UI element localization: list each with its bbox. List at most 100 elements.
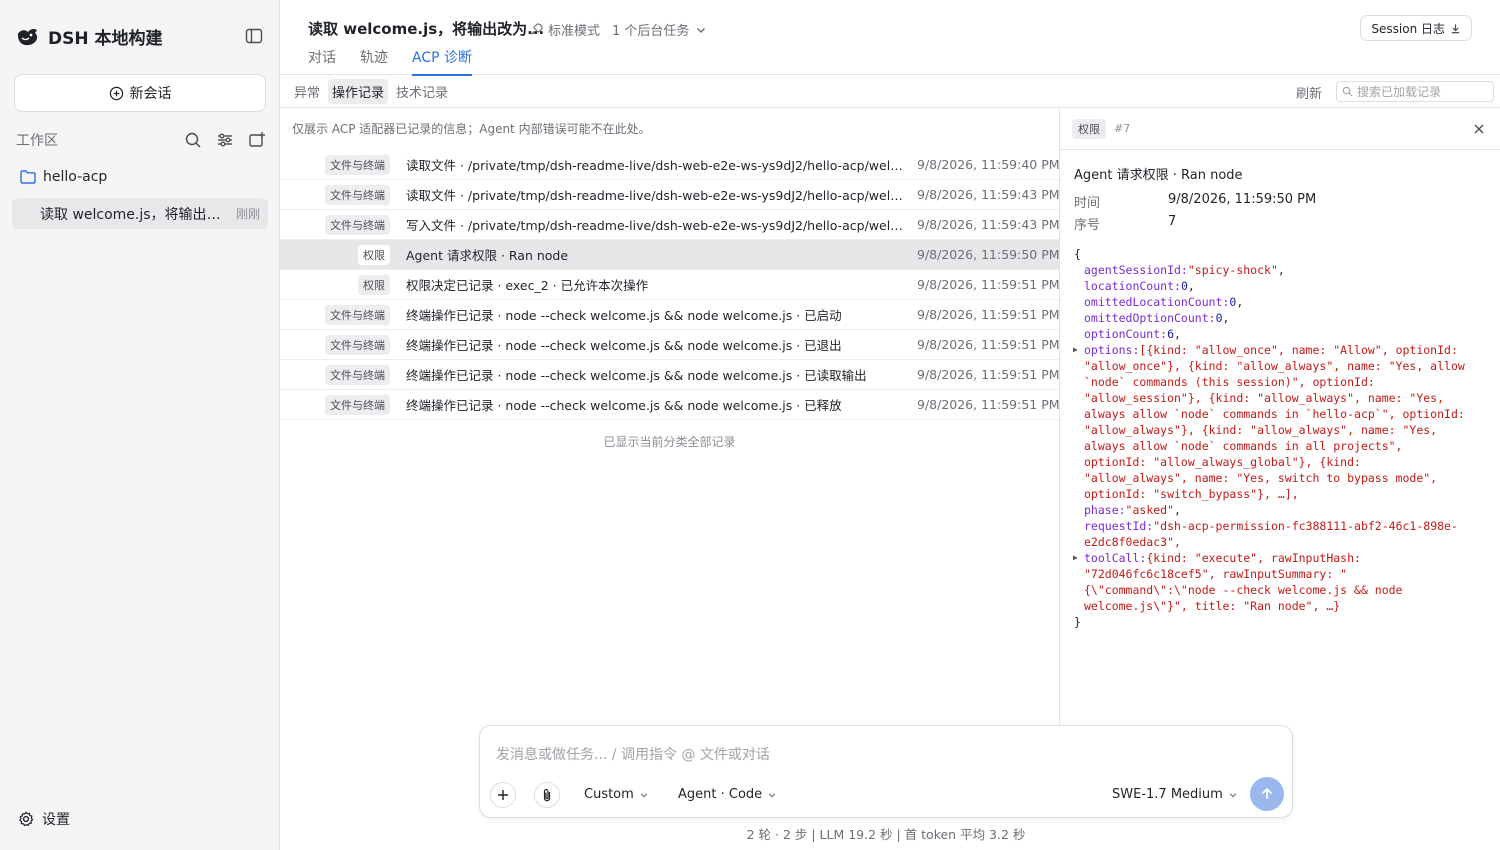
record-tag: 权限 xyxy=(358,244,390,265)
run-stats: 2 轮 · 2 步 | LLM 19.2 秒 | 首 token 平均 3.2 … xyxy=(746,827,1026,842)
record-time: 9/8/2026, 11:59:51 PM xyxy=(917,307,1060,322)
session-item[interactable]: 读取 welcome.js，将输出改为… 刚刚 xyxy=(12,198,268,229)
record-time: 9/8/2026, 11:59:51 PM xyxy=(917,277,1060,292)
record-desc: 终端操作已记录 · node --check welcome.js && nod… xyxy=(406,308,842,323)
close-icon[interactable] xyxy=(1472,122,1486,136)
record-tag: 文件与终端 xyxy=(325,184,390,205)
rocket-icon xyxy=(531,23,543,35)
record-row[interactable]: 文件与终端 终端操作已记录 · node --check welcome.js … xyxy=(280,390,1060,420)
json-continuation: "allow_session"}, {kind: "allow_always",… xyxy=(1084,391,1445,405)
json-continuation: always allow `node` commands in all proj… xyxy=(1084,439,1403,453)
json-value: [{kind: "allow_once", name: "Allow", opt… xyxy=(1139,343,1458,357)
arrow-up-icon xyxy=(1261,787,1273,799)
add-button[interactable] xyxy=(490,782,516,808)
new-chat-button[interactable]: 新会话 xyxy=(14,74,266,112)
record-tag: 文件与终端 xyxy=(325,214,390,235)
subtab-operations[interactable]: 操作记录 xyxy=(328,78,389,104)
json-field: agentSessionId:"spicy-shock", xyxy=(1084,263,1285,277)
tab-acp-diagnostics[interactable]: ACP 诊断 xyxy=(412,47,472,76)
detail-seq-row: 序号 7 xyxy=(1074,214,1176,233)
mode-indicator[interactable]: 标准模式 xyxy=(530,20,600,39)
subtab-errors[interactable]: 异常 xyxy=(290,79,324,104)
record-row[interactable]: 文件与终端 终端操作已记录 · node --check welcome.js … xyxy=(280,330,1060,360)
record-row[interactable]: 文件与终端 写入文件 · /private/tmp/dsh-readme-liv… xyxy=(280,210,1060,240)
tasks-label: 1 个后台任务 xyxy=(612,24,690,39)
new-folder-icon[interactable] xyxy=(248,131,266,149)
records-notice: 仅展示 ACP 适配器已记录的信息；Agent 内部错误可能不在此处。 xyxy=(292,122,651,136)
detail-header: 权限 #7 xyxy=(1060,108,1500,150)
json-value: 0 xyxy=(1215,311,1223,325)
record-desc: 权限决定已记录 · exec_2 · 已允许本次操作 xyxy=(406,278,649,293)
record-desc: 终端操作已记录 · node --check welcome.js && nod… xyxy=(406,338,842,353)
detail-tag: 权限 xyxy=(1072,118,1106,139)
mode-label: 标准模式 xyxy=(548,24,601,39)
send-button[interactable] xyxy=(1250,777,1284,811)
sidebar-toggle-icon[interactable] xyxy=(244,26,264,46)
page-title: 读取 welcome.js，将输出改为... xyxy=(308,20,545,38)
record-row[interactable]: 文件与终端 终端操作已记录 · node --check welcome.js … xyxy=(280,360,1060,390)
chevron-down-icon xyxy=(697,27,706,33)
attach-button[interactable] xyxy=(534,782,560,808)
record-time: 9/8/2026, 11:59:50 PM xyxy=(917,247,1060,262)
expand-arrow-icon[interactable]: ▶ xyxy=(1073,550,1078,566)
settings-button[interactable]: 设置 xyxy=(18,809,70,829)
detail-seq-value: 7 xyxy=(1168,214,1177,229)
message-composer: 发消息或做任务... / 调用指令 @ 文件或对话 Custom Agent ·… xyxy=(479,725,1293,818)
agent-label: Agent · Code xyxy=(678,787,763,802)
json-continuation: {\"command\":\"node --check welcome.js &… xyxy=(1084,583,1403,597)
record-row[interactable]: 文件与终端 终端操作已记录 · node --check welcome.js … xyxy=(280,300,1060,330)
record-time: 9/8/2026, 11:59:51 PM xyxy=(917,397,1060,412)
model-dropdown[interactable]: SWE-1.7 Medium xyxy=(1112,787,1238,802)
tab-trajectory[interactable]: 轨迹 xyxy=(360,47,388,76)
json-continuation: "allow_always", name: "Yes, switch to by… xyxy=(1084,471,1438,485)
brand-title: DSH 本地构建 xyxy=(48,29,163,49)
session-log-button[interactable]: Session 日志 xyxy=(1360,15,1472,41)
expand-arrow-icon[interactable]: ▶ xyxy=(1073,342,1078,358)
records-search-input[interactable]: 搜索已加载记录 xyxy=(1336,81,1494,102)
record-row[interactable]: 文件与终端 读取文件 · /private/tmp/dsh-readme-liv… xyxy=(280,150,1060,180)
json-key: optionCount: xyxy=(1084,327,1168,341)
json-field-expandable[interactable]: ▶ options:[{kind: "allow_once", name: "A… xyxy=(1073,342,1494,358)
refresh-button[interactable]: 刷新 xyxy=(1296,83,1322,102)
record-tag: 文件与终端 xyxy=(325,154,390,175)
detail-time-key: 时间 xyxy=(1074,196,1101,211)
json-continuation: `node` commands (this session)", optionI… xyxy=(1084,375,1375,389)
json-field: locationCount:0, xyxy=(1084,279,1195,293)
json-field-expandable[interactable]: ▶ toolCall:{kind: "execute", rawInputHas… xyxy=(1073,550,1494,566)
chevron-down-icon xyxy=(1229,792,1237,797)
json-value: "spicy-shock" xyxy=(1187,263,1278,277)
json-continuation: "allow_always"}, {kind: "allow_always", … xyxy=(1084,423,1438,437)
json-continuation: "72d046fc6c18cef5", rawInputSummary: " xyxy=(1084,567,1348,581)
workspace-folder[interactable]: hello-acp xyxy=(20,169,107,185)
record-row-selected[interactable]: 权限 Agent 请求权限 · Ran node 9/8/2026, 11:59… xyxy=(280,240,1060,270)
download-icon xyxy=(1451,23,1460,33)
json-value: "dsh-acp-permission-fc388111-abf2-46c1-8… xyxy=(1153,519,1458,533)
json-continuation: optionId: "allow_always_global"}, {kind: xyxy=(1084,455,1361,469)
subtab-technical[interactable]: 技术记录 xyxy=(392,79,452,104)
json-continuation: always allow `node` commands in `hello-a… xyxy=(1084,407,1465,421)
detail-seq-key: 序号 xyxy=(1074,218,1101,233)
record-time: 9/8/2026, 11:59:40 PM xyxy=(917,157,1060,172)
custom-dropdown[interactable]: Custom xyxy=(584,787,649,802)
brand: DSH 本地构建 xyxy=(16,24,163,49)
model-label: SWE-1.7 Medium xyxy=(1112,787,1223,802)
agent-mode-dropdown[interactable]: Agent · Code xyxy=(678,787,777,802)
background-tasks-dropdown[interactable]: 1 个后台任务 xyxy=(612,20,707,39)
records-panel: 仅展示 ACP 适配器已记录的信息；Agent 内部错误可能不在此处。 文件与终… xyxy=(280,108,1060,726)
detail-title: Agent 请求权限 · Ran node xyxy=(1074,168,1243,183)
detail-time-row: 时间 9/8/2026, 11:59:50 PM xyxy=(1074,192,1316,211)
record-desc: Agent 请求权限 · Ran node xyxy=(406,248,569,263)
gear-icon xyxy=(19,811,34,827)
json-field: omittedLocationCount:0, xyxy=(1084,295,1244,309)
sub-toolbar: 异常 操作记录 技术记录 刷新 搜索已加载记录 xyxy=(280,75,1500,108)
tab-conversation[interactable]: 对话 xyxy=(308,47,336,76)
record-row[interactable]: 文件与终端 读取文件 · /private/tmp/dsh-readme-liv… xyxy=(280,180,1060,210)
search-icon[interactable] xyxy=(184,131,202,149)
record-row[interactable]: 权限 权限决定已记录 · exec_2 · 已允许本次操作 9/8/2026, … xyxy=(280,270,1060,300)
message-input[interactable]: 发消息或做任务... / 调用指令 @ 文件或对话 xyxy=(496,744,770,764)
json-key: options: xyxy=(1084,343,1140,357)
json-field: optionCount:6, xyxy=(1084,327,1181,341)
filter-sliders-icon[interactable] xyxy=(216,131,234,149)
header: 读取 welcome.js，将输出改为... 标准模式 1 个后台任务 Sess… xyxy=(280,0,1500,76)
detail-time-value: 9/8/2026, 11:59:50 PM xyxy=(1168,192,1317,207)
